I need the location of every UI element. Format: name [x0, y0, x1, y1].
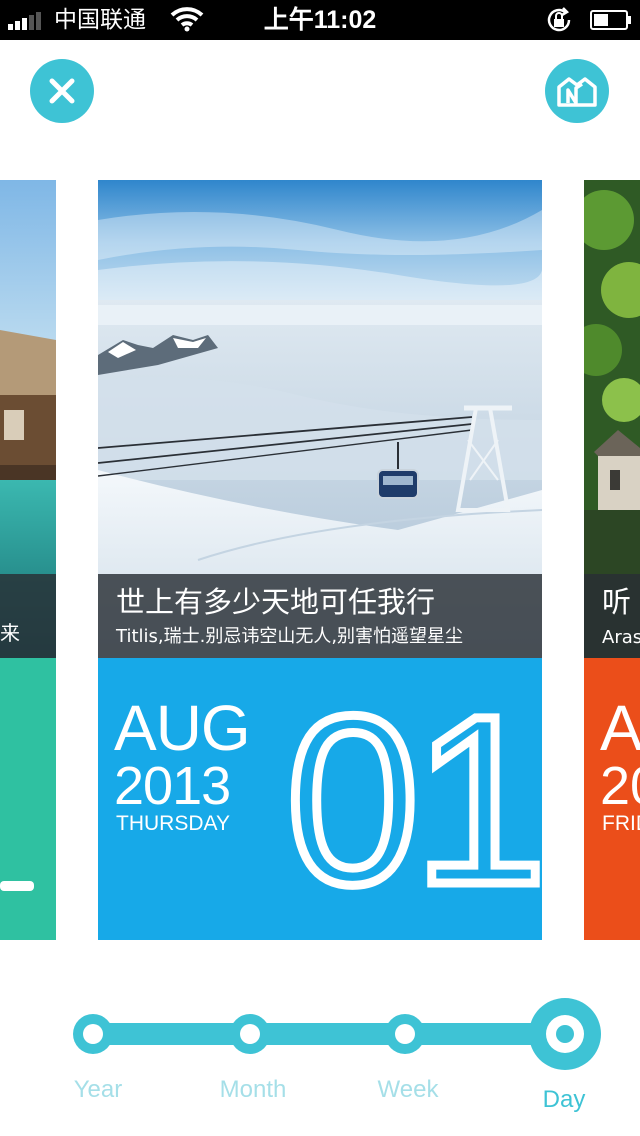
card-caption-title: 听: [602, 585, 632, 619]
timescale-label-day[interactable]: Day: [504, 1086, 624, 1114]
card-weekday: FRID: [602, 812, 640, 835]
timescale-label-year[interactable]: Year: [38, 1076, 158, 1104]
battery-icon: [590, 10, 631, 30]
card-caption-subtitle: 来: [0, 621, 20, 645]
moment-card-current[interactable]: 世上有多少天地可任我行 Titlis,瑞士.别忌讳空山无人,别害怕遥望星尘 AU…: [98, 180, 542, 940]
timescale-node-year[interactable]: [73, 1014, 113, 1054]
card-weekday: THURSDAY: [116, 812, 230, 835]
card-year: 2013: [114, 756, 231, 816]
timescale-label-month[interactable]: Month: [193, 1076, 313, 1104]
card-month: A: [600, 692, 640, 764]
folded-map-icon: [557, 77, 597, 107]
timescale-node-month[interactable]: [230, 1014, 270, 1054]
map-view-button[interactable]: [545, 59, 609, 123]
moment-card-next[interactable]: 听 Aras A 20 FRID: [584, 180, 640, 940]
card-caption-subtitle: Titlis,瑞士.别忌讳空山无人,别害怕遥望星尘: [116, 626, 464, 647]
timescale-node-week[interactable]: [385, 1014, 425, 1054]
card-caption-title: 世上有多少天地可任我行: [116, 585, 436, 619]
close-x-icon: [49, 78, 75, 104]
card-date-panel: [0, 658, 56, 940]
rotation-lock-icon: [547, 7, 571, 32]
close-button[interactable]: [30, 59, 94, 123]
timescale-selector[interactable]: Year Month Week Day: [0, 990, 640, 1136]
card-year: 20: [600, 756, 640, 816]
card-month: AUG: [114, 692, 251, 764]
moment-card-previous[interactable]: 来: [0, 180, 56, 940]
card-caption-subtitle: Aras: [602, 627, 640, 648]
card-day-number: 01: [282, 666, 542, 934]
timescale-node-day[interactable]: [529, 998, 601, 1070]
timescale-track[interactable]: [92, 1023, 566, 1045]
date-digit-fragment: [0, 881, 34, 891]
timescale-label-week[interactable]: Week: [348, 1076, 468, 1104]
status-bar: 中国联通 上午11:02: [0, 0, 640, 40]
